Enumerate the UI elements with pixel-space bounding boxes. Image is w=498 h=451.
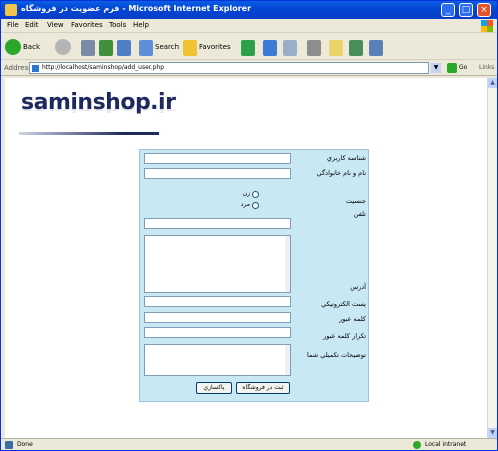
menu-bar: File Edit View Favorites Tools Help bbox=[1, 19, 497, 33]
address-input[interactable]: http://localhost/saminshop/add_user.php bbox=[29, 62, 429, 74]
page-content: saminshop.ir saminshop.ir شناسه كاربري ن… bbox=[5, 78, 487, 438]
go-icon[interactable] bbox=[447, 63, 457, 73]
toolbar: Back Search Favorites bbox=[1, 34, 497, 60]
refresh-icon[interactable] bbox=[99, 40, 113, 56]
description-textarea[interactable] bbox=[144, 344, 291, 376]
username-label: شناسه كاربري bbox=[326, 154, 366, 162]
folder-icon[interactable] bbox=[329, 40, 343, 56]
fullname-label: نام و نام خانوادگي bbox=[316, 169, 366, 177]
back-icon[interactable] bbox=[5, 39, 21, 55]
scroll-up-icon[interactable]: ▲ bbox=[488, 78, 497, 88]
maximize-button[interactable]: □ bbox=[459, 3, 473, 17]
title-bar[interactable]: فرم عضويت در فروشگاه - Microsoft Interne… bbox=[1, 1, 497, 19]
menu-file[interactable]: File bbox=[7, 21, 19, 29]
vertical-scrollbar[interactable]: ▲ ▼ bbox=[487, 78, 497, 438]
menu-edit[interactable]: Edit bbox=[25, 21, 39, 29]
gender-option-female-label: زن bbox=[242, 190, 250, 197]
zone-text: Local intranet bbox=[425, 441, 467, 448]
favorites-label[interactable]: Favorites bbox=[199, 43, 231, 51]
address-bar: Address http://localhost/saminshop/add_u… bbox=[1, 61, 497, 76]
forward-icon[interactable] bbox=[55, 39, 71, 55]
address-label: Address bbox=[4, 64, 32, 72]
phone-input[interactable] bbox=[144, 218, 291, 229]
menu-tools[interactable]: Tools bbox=[109, 21, 126, 29]
fullname-input[interactable] bbox=[144, 168, 291, 179]
menu-help[interactable]: Help bbox=[133, 21, 149, 29]
stop-icon[interactable] bbox=[81, 40, 95, 56]
email-input[interactable] bbox=[144, 296, 291, 307]
password-input[interactable] bbox=[144, 312, 291, 323]
registration-form: شناسه كاربري نام و نام خانوادگي زن مرد ج… bbox=[139, 149, 369, 402]
phone-label: تلفن bbox=[353, 210, 366, 218]
mail-icon[interactable] bbox=[283, 40, 297, 56]
radio-male[interactable] bbox=[252, 202, 259, 209]
username-input[interactable] bbox=[144, 153, 291, 164]
reset-button[interactable]: پاكسازي bbox=[196, 382, 232, 394]
messenger-icon[interactable] bbox=[349, 40, 363, 56]
favorites-icon[interactable] bbox=[183, 40, 197, 56]
email-label: پست الكترونيكي bbox=[321, 300, 366, 308]
site-logo-reflection: saminshop.ir bbox=[21, 102, 176, 114]
address-dropdown-icon[interactable]: ▼ bbox=[431, 63, 441, 73]
address-field-label: آدرس bbox=[350, 283, 366, 291]
page-icon bbox=[32, 65, 39, 72]
gender-label: جنسيت bbox=[345, 197, 366, 205]
go-button[interactable]: Go bbox=[459, 64, 467, 71]
address-url[interactable]: http://localhost/saminshop/add_user.php bbox=[42, 64, 164, 71]
search-label[interactable]: Search bbox=[155, 43, 179, 51]
address-textarea[interactable] bbox=[144, 235, 291, 293]
minimize-button[interactable]: _ bbox=[441, 3, 455, 17]
search-icon[interactable] bbox=[139, 40, 153, 56]
radio-female[interactable] bbox=[252, 191, 259, 198]
description-label: توضيحات تكميلي شما bbox=[307, 351, 366, 359]
status-text: Done bbox=[17, 441, 33, 448]
textarea-scrollbar[interactable] bbox=[285, 236, 290, 292]
password-confirm-label: تكرار كلمه عبور bbox=[323, 332, 366, 340]
submit-button[interactable]: ثبت در فروشگاه bbox=[236, 382, 290, 394]
browser-window: فرم عضويت در فروشگاه - Microsoft Interne… bbox=[0, 0, 498, 451]
scroll-down-icon[interactable]: ▼ bbox=[488, 428, 497, 438]
windows-logo-icon bbox=[481, 20, 493, 32]
research-icon[interactable] bbox=[369, 40, 383, 56]
gender-option-male-label: مرد bbox=[240, 201, 250, 208]
home-icon[interactable] bbox=[117, 40, 131, 56]
zone-icon bbox=[413, 441, 421, 449]
menu-favorites[interactable]: Favorites bbox=[71, 21, 103, 29]
print-icon[interactable] bbox=[307, 40, 321, 56]
logo-underline bbox=[19, 132, 159, 135]
status-bar: Done Local intranet bbox=[1, 438, 497, 450]
textarea-scrollbar[interactable] bbox=[285, 345, 290, 375]
close-button[interactable]: × bbox=[477, 3, 491, 17]
links-label[interactable]: Links bbox=[479, 64, 494, 71]
page-done-icon bbox=[5, 441, 13, 449]
history-icon[interactable] bbox=[263, 40, 277, 56]
back-label[interactable]: Back bbox=[23, 43, 40, 51]
password-label: كلمه عبور bbox=[339, 315, 366, 323]
password-confirm-input[interactable] bbox=[144, 327, 291, 338]
window-title: فرم عضويت در فروشگاه - Microsoft Interne… bbox=[21, 4, 252, 13]
media-icon[interactable] bbox=[241, 40, 255, 56]
menu-view[interactable]: View bbox=[47, 21, 64, 29]
ie-icon bbox=[5, 4, 17, 16]
